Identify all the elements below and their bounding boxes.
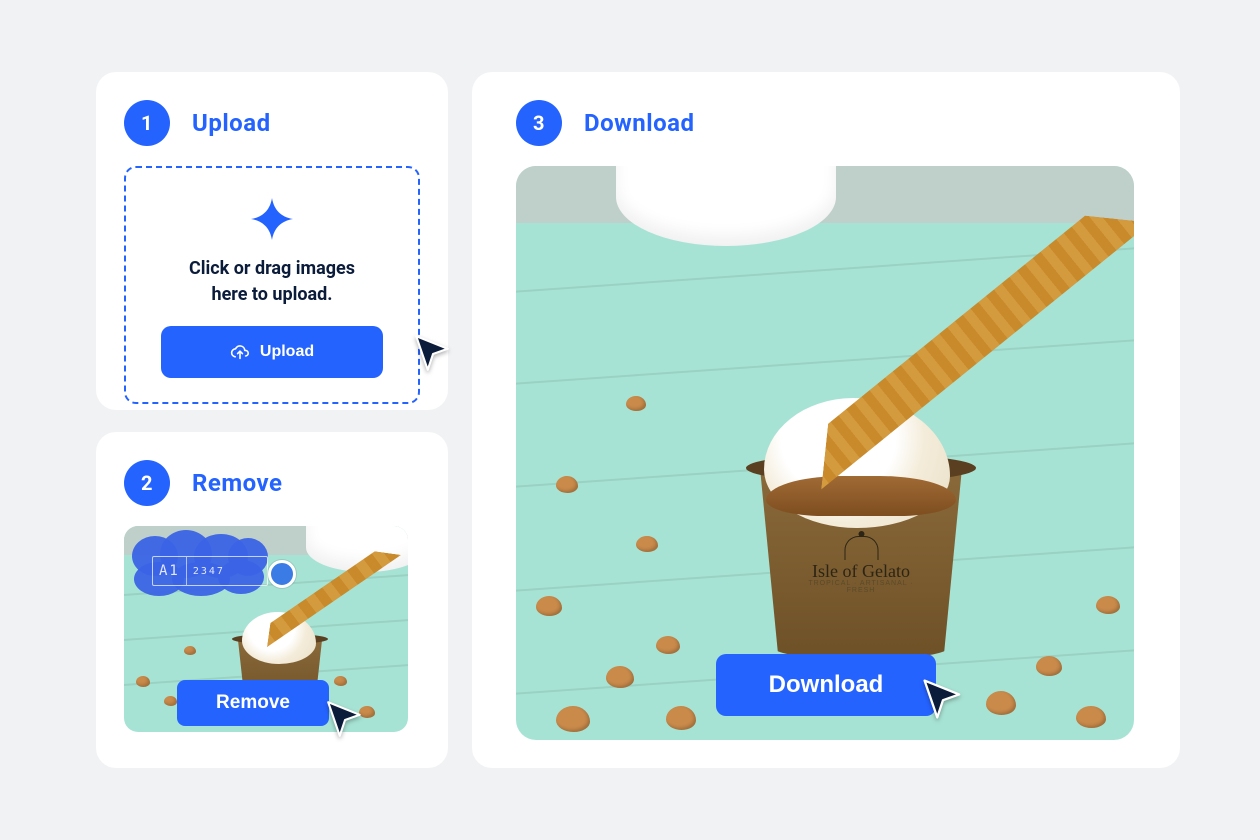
sparkle-plus-icon — [249, 196, 295, 242]
watermark-badge: A1 2347 — [152, 556, 268, 586]
cup-brand-text: Isle of Gelato — [804, 562, 919, 580]
removal-mask-overlay: A1 2347 — [132, 532, 282, 594]
step-number-badge: 2 — [124, 460, 170, 506]
remove-preview-image: A1 2347 Remove — [124, 526, 408, 732]
cursor-icon — [920, 676, 966, 722]
result-image: Isle of Gelato TROPICAL · ARTISANAL · FR… — [516, 166, 1134, 740]
upload-button-label: Upload — [260, 343, 314, 361]
cup-logo-icon — [844, 536, 878, 560]
step-upload-card: 1 Upload Click or drag images here to up… — [96, 72, 448, 410]
cloud-upload-icon — [230, 344, 250, 360]
cursor-icon — [324, 698, 366, 740]
step-number-badge: 3 — [516, 100, 562, 146]
remove-button-label: Remove — [216, 692, 290, 714]
step-title: Remove — [192, 469, 282, 497]
watermark-left: A1 — [153, 563, 186, 579]
step-number-badge: 1 — [124, 100, 170, 146]
upload-button[interactable]: Upload — [161, 326, 383, 378]
cursor-icon — [412, 332, 454, 374]
dropzone-text-line2: here to upload. — [146, 282, 398, 308]
step-header: 1 Upload — [124, 100, 420, 146]
upload-dropzone[interactable]: Click or drag images here to upload. Upl… — [124, 166, 420, 404]
watermark-right: 2347 — [187, 566, 231, 577]
cup-tagline-text: TROPICAL · ARTISANAL · FRESH — [804, 580, 919, 594]
step-header: 3 Download — [516, 100, 1156, 146]
download-button[interactable]: Download — [716, 654, 936, 716]
remove-button[interactable]: Remove — [177, 680, 329, 726]
download-button-label: Download — [769, 671, 884, 699]
dropzone-text-line1: Click or drag images — [146, 256, 398, 282]
brush-cursor-icon — [268, 560, 296, 588]
step-remove-card: 2 Remove — [96, 432, 448, 768]
step-header: 2 Remove — [124, 460, 420, 506]
step-title: Download — [584, 109, 694, 137]
step-download-card: 3 Download — [472, 72, 1180, 768]
step-title: Upload — [192, 109, 271, 137]
